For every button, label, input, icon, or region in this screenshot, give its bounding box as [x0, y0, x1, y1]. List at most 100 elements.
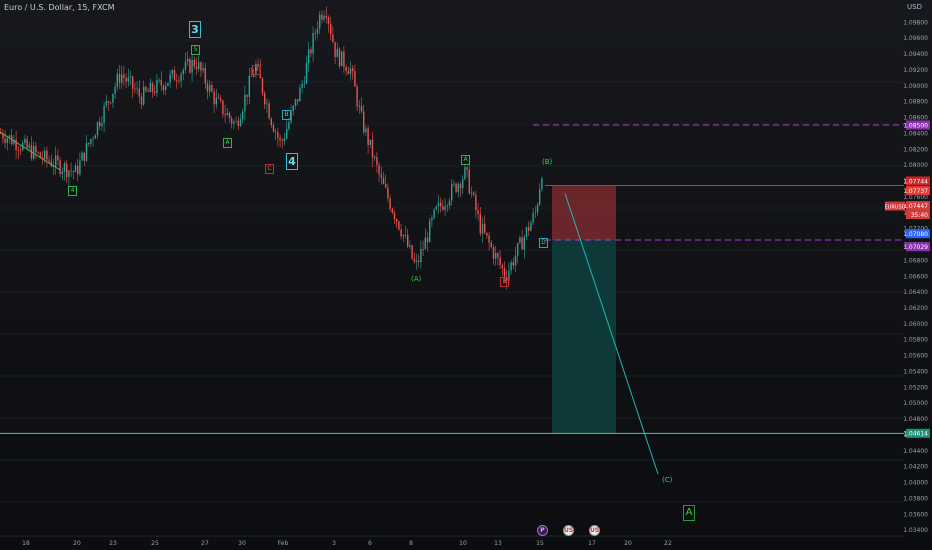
candle-body — [213, 91, 215, 105]
x-tick-label: 15 — [536, 540, 544, 547]
take-profit-zone — [552, 240, 616, 434]
candle-body — [68, 170, 70, 178]
candle-body — [393, 212, 396, 220]
candle-body — [202, 68, 204, 71]
candle-body — [495, 253, 497, 259]
candle-body — [464, 167, 466, 180]
symbol-title[interactable]: Euro / U.S. Dollar, 15, FXCM — [4, 3, 115, 12]
wave-4-small-label: 4 — [68, 186, 77, 196]
candle-body — [99, 122, 101, 127]
candle-body — [327, 17, 330, 24]
candle-body — [448, 200, 451, 206]
price-tag-current: 1.07447 — [903, 203, 928, 210]
candle-body — [121, 74, 123, 83]
candle-body — [433, 209, 435, 218]
candle-body — [424, 237, 426, 250]
candle-body — [528, 227, 530, 231]
x-tick-label: 3 — [332, 540, 336, 547]
candle-body — [369, 139, 371, 145]
x-tick-label: 23 — [109, 540, 117, 547]
candle-body — [165, 85, 167, 91]
x-tick-label: 30 — [238, 540, 246, 547]
candle-body — [437, 202, 440, 207]
candle-body — [156, 79, 158, 94]
candle-body — [17, 149, 19, 151]
wave-a-paren-label: (A) — [411, 275, 422, 283]
candle-body — [160, 79, 162, 86]
candle-body — [319, 14, 321, 29]
candle-body — [402, 234, 404, 237]
candle-body — [4, 138, 6, 143]
wave-b-cyan-label: B — [282, 110, 291, 120]
chart-canvas[interactable]: 1.09800 1.09600 1.09400 1.09200 1.09000 1.088… — [0, 0, 932, 550]
candle-body — [85, 142, 88, 161]
candle-body — [198, 62, 200, 70]
candle-body — [149, 83, 151, 93]
candle-body — [534, 212, 536, 214]
x-tick-label: 13 — [494, 540, 502, 547]
candle-body — [453, 183, 455, 185]
candle-body — [409, 245, 411, 247]
candle-body — [305, 62, 308, 84]
candle-body — [248, 75, 250, 97]
x-tick-label: 17 — [588, 540, 596, 547]
wave-b-paren-label: (B) — [542, 158, 553, 166]
y-tick-label: 1.08200 — [903, 146, 928, 153]
candle-body — [26, 138, 28, 148]
y-tick-label: 1.04400 — [903, 448, 928, 455]
candle-body — [193, 60, 195, 67]
y-tick-label: 1.05200 — [903, 384, 928, 391]
candle-body — [264, 93, 266, 105]
candle-body — [378, 164, 380, 175]
candle-body — [297, 99, 299, 102]
candle-body — [138, 88, 140, 97]
candle-body — [358, 105, 360, 107]
candle-body — [96, 122, 99, 136]
candle-body — [275, 131, 277, 133]
candle-body — [279, 137, 281, 141]
candle-body — [484, 224, 486, 233]
candle-body — [294, 99, 297, 106]
candle-body — [475, 194, 477, 211]
candle-body — [347, 71, 349, 75]
candle-body — [92, 138, 94, 140]
candle-body — [316, 28, 319, 33]
candle-body — [336, 48, 338, 58]
candle-body — [292, 105, 294, 112]
candle-body — [66, 163, 68, 178]
candle-body — [343, 51, 345, 68]
y-tick-label: 1.03400 — [903, 527, 928, 534]
candle-body — [539, 189, 541, 205]
candle-body — [79, 160, 81, 175]
candle-body — [30, 145, 33, 159]
candle-body — [35, 145, 37, 153]
candle-body — [13, 139, 15, 145]
event-us-flag-icon-2[interactable]: US — [589, 525, 600, 536]
candle-body — [0, 132, 2, 134]
wave-3-label: 3 — [189, 21, 201, 38]
candle-body — [220, 98, 222, 101]
candle-body — [385, 183, 387, 188]
event-p-icon[interactable]: P — [537, 525, 548, 536]
candle-body — [200, 62, 202, 71]
candle-body — [61, 171, 63, 174]
candle-body — [420, 248, 422, 263]
candle-body — [140, 96, 143, 105]
candle-body — [510, 262, 512, 271]
candle-body — [514, 255, 517, 266]
candle-body — [266, 103, 268, 105]
candle-body — [387, 187, 389, 199]
event-us-flag-icon[interactable]: US — [563, 525, 574, 536]
candle-body — [492, 247, 495, 259]
candle-body — [224, 114, 226, 116]
candle-body — [314, 32, 316, 34]
candle-body — [435, 206, 437, 210]
candle-body — [459, 184, 462, 189]
candle-body — [486, 232, 488, 236]
candle-body — [415, 260, 418, 262]
candle-body — [178, 80, 180, 82]
candle-body — [134, 88, 136, 90]
y-tick-label: 1.09600 — [903, 35, 928, 42]
y-tick-label: 1.08800 — [903, 99, 928, 106]
candle-body — [63, 163, 66, 172]
